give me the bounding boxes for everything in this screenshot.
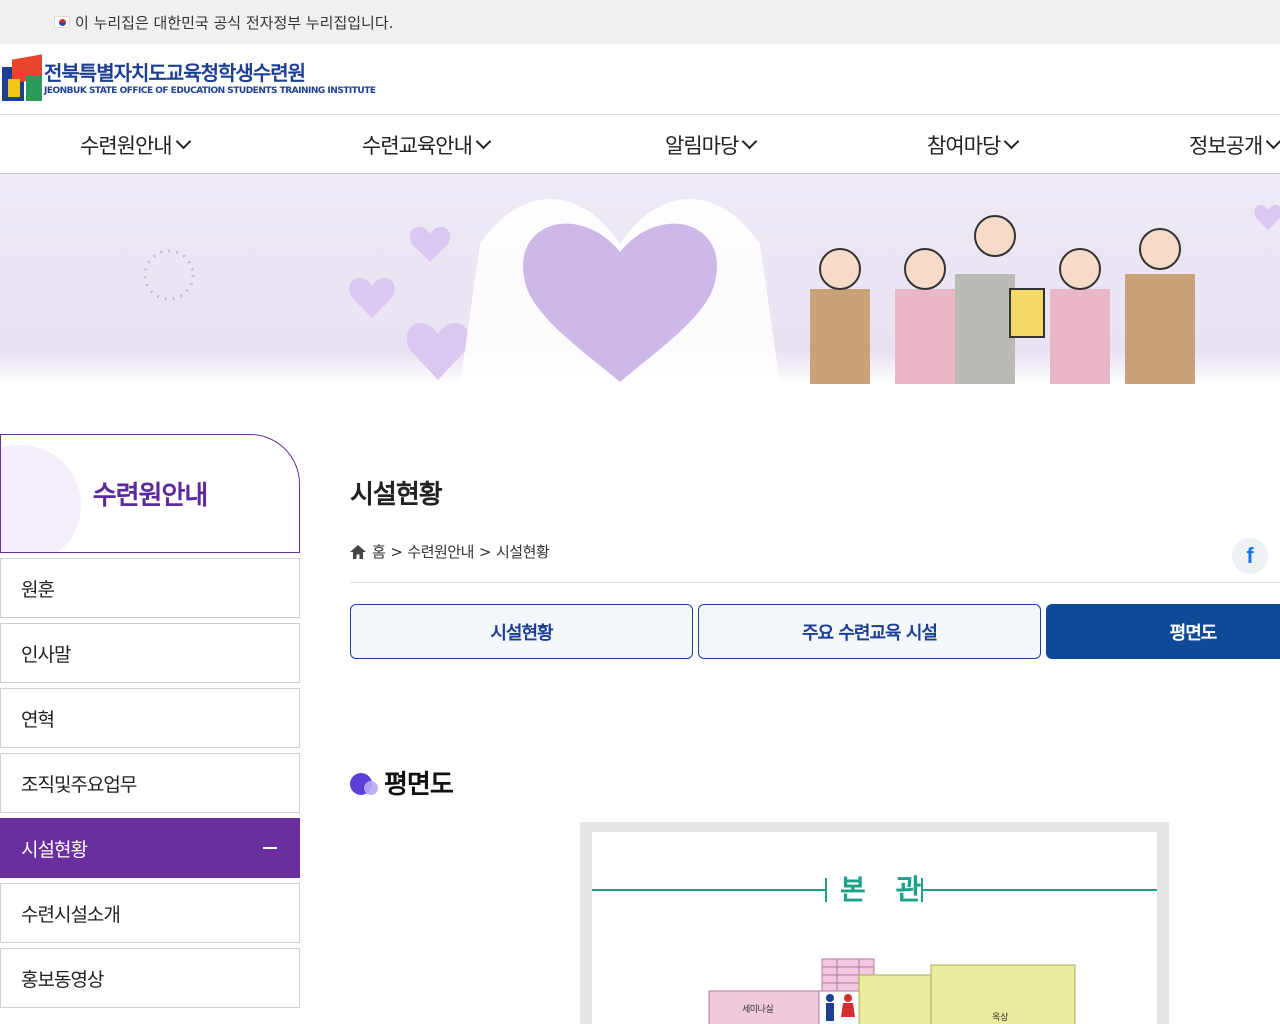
main-navigation: 수련원안내 수련교육안내 알림마당 참여마당 정보공개 [0,115,1280,174]
minus-icon [263,847,277,849]
chevron-down-icon [742,133,758,150]
site-logo[interactable]: 전북특별자치도교육청학생수련원 JEONBUK STATE OFFICE OF … [2,54,376,101]
chevron-down-icon [1004,133,1020,150]
content-divider [350,582,1280,583]
korea-flag-icon [54,16,70,28]
chevron-down-icon [475,133,492,150]
chevron-down-icon [175,133,191,150]
logo-name-ko: 전북특별자치도교육청학생수련원 [44,61,306,85]
bullet-dot-icon [350,771,378,795]
side-nav-item-facility-intro[interactable]: 수련시설소개 [0,883,300,943]
home-icon[interactable] [350,544,366,559]
section-title: 평면도 [350,764,454,801]
gnb-item-notice[interactable]: 알림마당 [665,115,758,174]
side-nav-title: 수련원안내 [0,434,300,553]
side-navigation: 수련원안내 원훈 인사말 연혁 조직및주요업무 시설현황 수련시설소개 홍보동영… [0,434,300,1008]
breadcrumb-home[interactable]: 홈 [372,541,386,562]
breadcrumb-separator: > [390,542,403,561]
side-nav-item-promo-video[interactable]: 홍보동영상 [0,948,300,1008]
gnb-item-programs[interactable]: 수련교육안내 [362,115,492,174]
hero-banner [0,174,1280,384]
side-nav-item-organization[interactable]: 조직및주요업무 [0,753,300,813]
facebook-share-icon[interactable]: f [1232,538,1268,574]
side-nav-item-greeting[interactable]: 인사말 [0,623,300,683]
room-label-seminar: 세미나실 [742,1005,774,1015]
tab-main-training-facilities[interactable]: 주요 수련교육 시설 [698,604,1041,659]
side-nav-item-facilities[interactable]: 시설현황 [0,818,300,878]
chevron-down-icon [1266,133,1280,150]
site-header: 전북특별자치도교육청학생수련원 JEONBUK STATE OFFICE OF … [0,44,1280,115]
floor-plan-image: 본 관 세미나실 옥상 [580,822,1169,1024]
side-nav-item-motto[interactable]: 원훈 [0,558,300,618]
tab-facilities[interactable]: 시설현황 [350,604,693,659]
floor-plan-building-title: 본 관 [840,873,932,906]
breadcrumb: 홈 > 수련원안내 > 시설현황 [350,541,550,562]
tab-floor-plan[interactable]: 평면도 [1046,604,1280,659]
room-label-rooftop: 옥상 [992,1013,1009,1023]
breadcrumb-level2: 시설현황 [495,543,550,561]
gov-notice-bar: 이 누리집은 대한민국 공식 전자정부 누리집입니다. [0,0,1280,44]
gnb-item-disclosure[interactable]: 정보공개 [1189,115,1280,174]
breadcrumb-level1[interactable]: 수련원안내 [407,541,474,562]
logo-mark-icon [2,54,42,101]
gnb-item-about[interactable]: 수련원안내 [80,115,191,174]
gov-notice-text: 이 누리집은 대한민국 공식 전자정부 누리집입니다. [75,13,394,32]
logo-name-en: JEONBUK STATE OFFICE OF EDUCATION STUDEN… [44,86,376,96]
breadcrumb-separator: > [478,542,492,561]
gnb-item-participation[interactable]: 참여마당 [927,115,1020,174]
floor-plan-drawing [592,878,1157,1024]
page-title: 시설현황 [350,480,443,510]
side-nav-item-history[interactable]: 연혁 [0,688,300,748]
hero-illustration [143,199,1280,384]
